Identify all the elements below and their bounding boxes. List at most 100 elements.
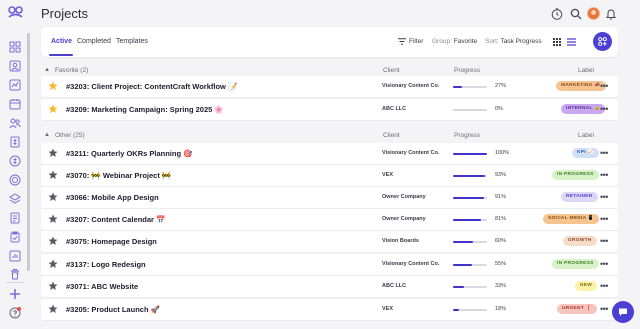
column-progress[interactable]: Progress <box>454 67 480 74</box>
progress-bar <box>453 241 487 243</box>
create-project-button[interactable] <box>593 32 612 51</box>
invoices-icon[interactable] <box>9 136 21 148</box>
progress-bar <box>453 86 487 88</box>
avatar[interactable] <box>587 7 600 20</box>
project-row[interactable]: #3209: Marketing Campaign: Spring 2025 🌸… <box>41 99 618 120</box>
analytics-icon[interactable] <box>9 79 21 91</box>
star-icon[interactable] <box>48 104 58 114</box>
tasks-icon[interactable] <box>9 231 21 243</box>
more-options-icon[interactable]: ••• <box>600 259 608 269</box>
progress-percent: 18% <box>495 306 507 312</box>
grid-view-icon[interactable] <box>553 38 561 46</box>
reports-icon[interactable] <box>9 250 21 262</box>
progress-percent: 27% <box>495 83 507 89</box>
project-title[interactable]: #3137: Logo Redesign <box>66 260 146 269</box>
layers-icon[interactable] <box>9 193 21 205</box>
chevron-up-icon[interactable]: ▲ <box>44 67 50 73</box>
timesheet-icon[interactable] <box>9 212 21 224</box>
group-header-other[interactable]: ▲ Other (25) Client Progress Label <box>41 131 618 143</box>
project-title[interactable]: #3075: Homepage Design <box>66 237 157 246</box>
add-icon[interactable] <box>9 288 21 300</box>
label-badge[interactable]: IN PROGRESS <box>552 170 599 180</box>
project-row[interactable]: #3211: Quarterly OKRs Planning 🎯 Visionar… <box>41 143 618 164</box>
project-title[interactable]: #3066: Mobile App Design <box>66 193 159 202</box>
project-row[interactable]: #3066: Mobile App Design Owner Company 91%… <box>41 187 618 208</box>
billing-icon[interactable] <box>9 155 21 167</box>
project-title[interactable]: #3070: 🚧 Webinar Project 🚧 <box>66 171 171 180</box>
project-title[interactable]: #3211: Quarterly OKRs Planning 🎯 <box>66 149 192 158</box>
project-title[interactable]: #3207: Content Calendar 📅 <box>66 215 165 224</box>
label-badge[interactable]: KPI 📈 <box>572 148 599 158</box>
project-row[interactable]: #3071: ABC Website ABC LLC 33% NEW ••• <box>41 276 618 297</box>
project-row[interactable]: #3137: Logo Redesign Visionary Content Co… <box>41 254 618 275</box>
progress-bar <box>453 219 487 221</box>
progress-fill <box>453 153 487 155</box>
search-icon[interactable] <box>570 8 582 20</box>
bell-icon[interactable] <box>605 8 617 20</box>
help-icon[interactable] <box>9 307 21 319</box>
client-name: Vision Boards <box>382 238 419 244</box>
star-icon[interactable] <box>48 259 58 269</box>
sidebar-scrollbar[interactable] <box>27 33 30 271</box>
column-progress[interactable]: Progress <box>454 132 480 139</box>
app-logo-icon[interactable] <box>7 6 24 20</box>
dashboard-icon[interactable] <box>6 38 24 56</box>
label-badge[interactable]: URGENT ❗ <box>557 304 597 314</box>
sort-control[interactable]: Sort: Task Progress <box>485 38 542 45</box>
label-badge[interactable]: MARKETING 📣 <box>556 81 606 91</box>
progress-bar <box>453 309 487 311</box>
star-icon[interactable] <box>48 304 58 314</box>
more-options-icon[interactable]: ••• <box>600 148 608 158</box>
project-row[interactable]: #3203: Client Project: ContentCraft Work… <box>41 76 618 97</box>
toolbar: Active Completed Templates Filter Group:… <box>41 27 618 57</box>
project-title[interactable]: #3071: ABC Website <box>66 282 138 291</box>
more-options-icon[interactable]: ••• <box>600 281 608 291</box>
client-name: Visionary Content Co. <box>382 261 440 267</box>
chevron-up-icon[interactable]: ▲ <box>44 132 50 138</box>
label-badge[interactable]: IN PROGRESS <box>552 259 599 269</box>
filter-icon[interactable] <box>398 38 406 45</box>
calendar-icon[interactable] <box>9 98 21 110</box>
project-row[interactable]: #3075: Homepage Design Vision Boards 60% GR… <box>41 231 618 252</box>
progress-percent: 81% <box>495 216 507 222</box>
tab-completed[interactable]: Completed <box>77 38 111 45</box>
target-icon[interactable] <box>9 174 21 186</box>
project-row[interactable]: #3205: Product Launch 🚀 VEX 18% URGENT ❗ ••• <box>41 299 618 320</box>
progress-percent: 100% <box>495 150 510 156</box>
label-badge[interactable]: SOCIAL MEDIA 📱 <box>543 214 600 224</box>
more-options-icon[interactable]: ••• <box>600 192 608 202</box>
star-icon[interactable] <box>48 281 58 291</box>
label-badge[interactable]: RETAINER <box>561 192 598 202</box>
contacts-icon[interactable] <box>9 60 21 72</box>
more-options-icon[interactable]: ••• <box>600 170 608 180</box>
star-icon[interactable] <box>48 236 58 246</box>
list-view-icon[interactable] <box>567 38 576 46</box>
group-by-control[interactable]: Group: Favorite <box>432 38 477 45</box>
progress-bar <box>453 286 487 288</box>
more-options-icon[interactable]: ••• <box>600 304 608 314</box>
label-badge[interactable]: NEW <box>575 281 598 291</box>
tab-templates[interactable]: Templates <box>116 38 148 45</box>
star-icon[interactable] <box>48 81 58 91</box>
tab-active[interactable]: Active <box>51 38 72 45</box>
label-badge[interactable]: GROWTH <box>563 236 597 246</box>
more-options-icon[interactable]: ••• <box>600 104 608 114</box>
more-options-icon[interactable]: ••• <box>600 236 608 246</box>
team-icon[interactable] <box>9 117 21 129</box>
more-options-icon[interactable]: ••• <box>600 81 608 91</box>
timer-icon[interactable] <box>551 8 563 20</box>
star-icon[interactable] <box>48 214 58 224</box>
chat-button[interactable] <box>612 301 634 323</box>
star-icon[interactable] <box>48 170 58 180</box>
project-row[interactable]: #3207: Content Calendar 📅 Owner Company 81… <box>41 209 618 230</box>
project-row[interactable]: #3070: 🚧 Webinar Project 🚧 VEX 93% IN PROGR… <box>41 165 618 186</box>
more-options-icon[interactable]: ••• <box>600 214 608 224</box>
project-title[interactable]: #3209: Marketing Campaign: Spring 2025 🌸 <box>66 105 224 114</box>
star-icon[interactable] <box>48 148 58 158</box>
project-title[interactable]: #3205: Product Launch 🚀 <box>66 305 160 314</box>
star-icon[interactable] <box>48 192 58 202</box>
collapse-icon[interactable] <box>11 269 19 277</box>
project-title[interactable]: #3203: Client Project: ContentCraft Work… <box>66 82 237 91</box>
filter-button[interactable]: Filter <box>409 38 423 45</box>
label-badge[interactable]: INTERNAL 🔒 <box>561 104 606 114</box>
